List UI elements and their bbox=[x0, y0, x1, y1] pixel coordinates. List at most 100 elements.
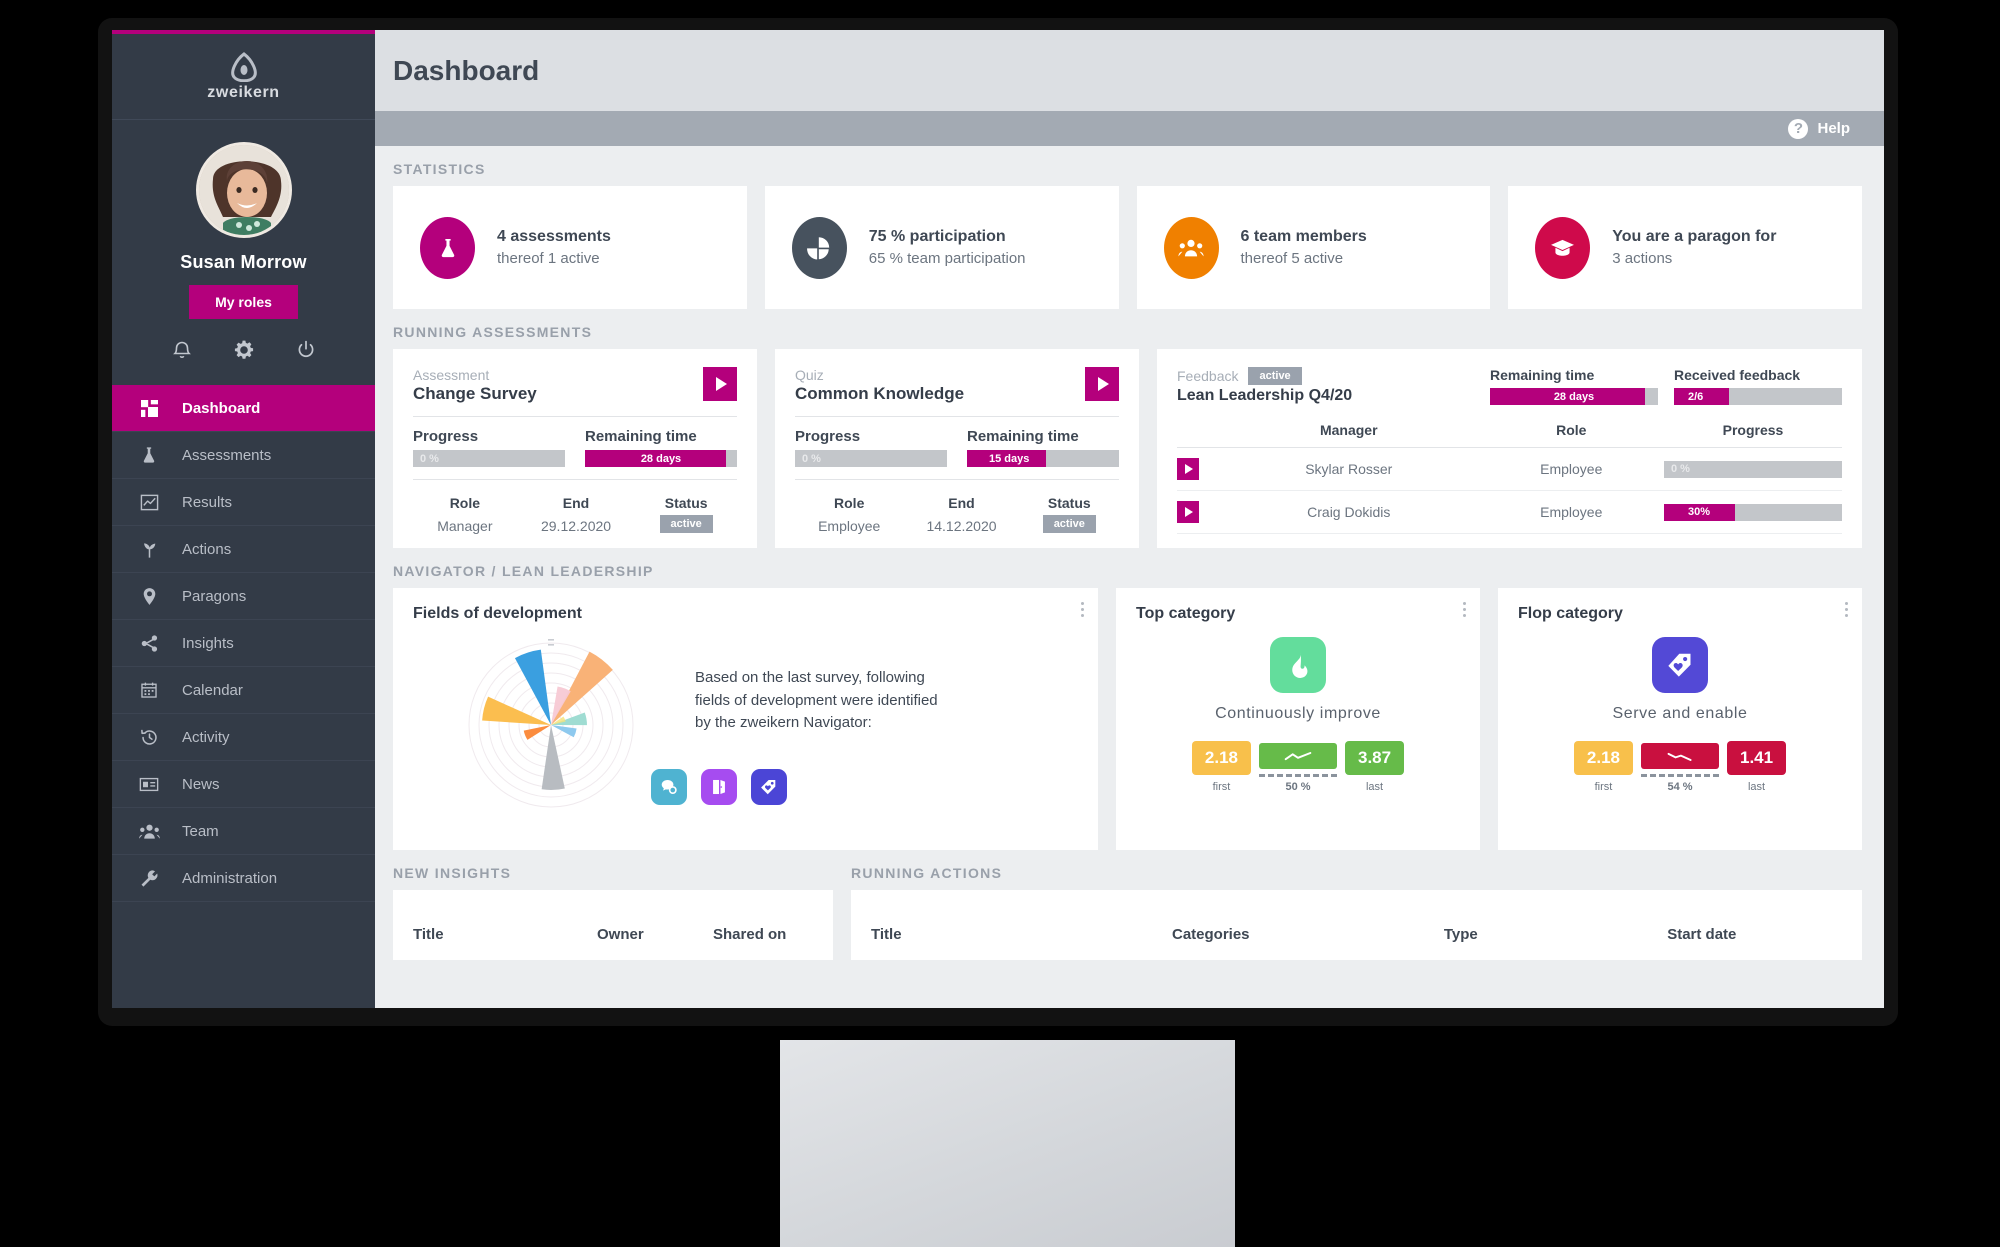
top-category-card: Top category Continuously improve 2.18 f… bbox=[1116, 588, 1480, 850]
sidebar-item-insights[interactable]: Insights bbox=[112, 620, 375, 667]
graduation-cap-icon bbox=[1535, 216, 1591, 279]
feedback-card-lean-leadership[interactable]: Feedback active Lean Leadership Q4/20 Re… bbox=[1157, 349, 1862, 548]
sidebar-item-label: Dashboard bbox=[182, 399, 261, 417]
navigator-row: Fields of development Based on the last … bbox=[375, 588, 1884, 850]
progress-label: Progress bbox=[413, 428, 479, 445]
meta-head: End bbox=[562, 495, 590, 511]
sidebar-item-label: Administration bbox=[182, 869, 278, 887]
monitor-frame: zweikern Susan Morrow My roles Dashboard… bbox=[98, 18, 1898, 1026]
newspaper-icon bbox=[138, 773, 160, 795]
column-header: Role bbox=[1478, 415, 1664, 448]
power-icon[interactable] bbox=[295, 339, 317, 361]
kebab-menu-icon[interactable] bbox=[1463, 602, 1466, 617]
feedback-kind: Feedback bbox=[1177, 368, 1239, 384]
gear-icon[interactable] bbox=[233, 339, 255, 361]
sidebar-item-label: Team bbox=[182, 822, 219, 840]
table-row[interactable]: Skylar Rosser Employee 0 % bbox=[1177, 447, 1842, 491]
card-title: Fields of development bbox=[413, 605, 582, 622]
progress-bar: 0 % bbox=[795, 450, 947, 467]
card-title: Top category bbox=[1136, 605, 1236, 622]
trend-percent: 54 % bbox=[1667, 781, 1693, 793]
table-row[interactable]: Craig Dokidis Employee 30% bbox=[1177, 490, 1842, 534]
assessment-kind: Assessment bbox=[413, 367, 490, 383]
remaining-label: Remaining time bbox=[1490, 367, 1595, 383]
pie-chart-icon bbox=[791, 216, 847, 279]
sidebar-item-label: News bbox=[182, 775, 220, 793]
brand: zweikern bbox=[112, 34, 375, 120]
column-header: Title bbox=[871, 926, 902, 943]
sidebar-item-activity[interactable]: Activity bbox=[112, 714, 375, 761]
manager-name: Craig Dokidis bbox=[1219, 490, 1479, 534]
stat-card-participation[interactable]: 75 % participation 65 % team participati… bbox=[764, 186, 1119, 309]
last-caption: last bbox=[1747, 781, 1766, 793]
sidebar-item-team[interactable]: Team bbox=[112, 808, 375, 855]
progress-bar: 30% bbox=[1664, 503, 1842, 521]
fields-of-development-icons bbox=[651, 768, 945, 805]
progress-value: 0 % bbox=[420, 452, 439, 465]
stat-sub: 65 % team participation bbox=[868, 250, 1026, 267]
map-pin-icon bbox=[138, 585, 160, 607]
column-header: Start date bbox=[1667, 926, 1737, 943]
column-header: Progress bbox=[1664, 415, 1842, 448]
brand-name: zweikern bbox=[207, 83, 280, 101]
kebab-menu-icon[interactable] bbox=[1845, 602, 1848, 617]
sidebar-item-news[interactable]: News bbox=[112, 761, 375, 808]
status-badge: active bbox=[1248, 367, 1302, 385]
stat-card-team-members[interactable]: 6 team members thereof 5 active bbox=[1136, 186, 1491, 309]
remaining-bar: 28 days bbox=[585, 450, 737, 467]
table-header-row: Title Owner Shared on bbox=[413, 890, 813, 943]
stat-main: 75 % participation bbox=[868, 228, 1006, 245]
play-icon[interactable] bbox=[1085, 367, 1119, 401]
stat-card-assessments[interactable]: 4 assessments thereof 1 active bbox=[393, 186, 747, 309]
bell-icon[interactable] bbox=[171, 339, 193, 361]
door-open-icon[interactable] bbox=[701, 768, 737, 805]
help-link[interactable]: Help bbox=[1817, 120, 1850, 137]
page-title: Dashboard bbox=[393, 54, 540, 86]
first-caption: first bbox=[1212, 781, 1231, 793]
grid-icon bbox=[138, 397, 160, 419]
tag-heart-icon[interactable] bbox=[751, 768, 787, 805]
role-value: Employee bbox=[1478, 490, 1664, 534]
feedback-table: Manager Role Progress Skylar Rosser Empl… bbox=[1177, 415, 1842, 534]
column-header: Manager bbox=[1219, 415, 1479, 448]
assessment-card-change-survey[interactable]: Assessment Change Survey Progress 0 % Re… bbox=[393, 349, 757, 548]
people-icon bbox=[138, 820, 160, 842]
trend-percent: 50 % bbox=[1285, 781, 1311, 793]
meta-head: Status bbox=[664, 495, 708, 511]
sidebar-item-label: Activity bbox=[182, 728, 230, 746]
sidebar-item-dashboard[interactable]: Dashboard bbox=[112, 385, 375, 432]
play-icon[interactable] bbox=[703, 367, 737, 401]
flame-icon bbox=[1270, 637, 1326, 693]
sidebar-item-results[interactable]: Results bbox=[112, 479, 375, 526]
remaining-value: 28 days bbox=[1553, 390, 1595, 403]
sidebar-item-actions[interactable]: Actions bbox=[112, 526, 375, 573]
stat-main: 6 team members bbox=[1240, 228, 1367, 245]
assessment-card-common-knowledge[interactable]: Quiz Common Knowledge Progress 0 % Remai… bbox=[775, 349, 1139, 548]
play-icon[interactable] bbox=[1177, 501, 1199, 523]
sidebar-item-administration[interactable]: Administration bbox=[112, 855, 375, 902]
column-header bbox=[1177, 415, 1219, 448]
sidebar: zweikern Susan Morrow My roles Dashboard… bbox=[112, 30, 375, 1008]
sidebar-item-label: Results bbox=[182, 493, 233, 511]
avatar[interactable] bbox=[195, 142, 292, 238]
trend-up-icon bbox=[1259, 743, 1337, 769]
first-caption: first bbox=[1594, 781, 1613, 793]
fields-of-development-description: Based on the last survey, following fiel… bbox=[695, 669, 938, 731]
sidebar-item-assessments[interactable]: Assessments bbox=[112, 432, 375, 479]
remaining-bar: 28 days bbox=[1490, 388, 1658, 405]
tag-heart-icon bbox=[1652, 637, 1708, 693]
stat-card-paragon[interactable]: You are a paragon for 3 actions bbox=[1508, 186, 1862, 309]
sidebar-item-paragons[interactable]: Paragons bbox=[112, 573, 375, 620]
my-roles-button[interactable]: My roles bbox=[189, 285, 298, 319]
chat-bubbles-icon[interactable] bbox=[651, 768, 687, 805]
last-caption: last bbox=[1365, 781, 1384, 793]
running-actions-table: Title Categories Type Start date bbox=[871, 890, 1842, 943]
progress-value: 30% bbox=[1688, 506, 1711, 518]
meta-value: Employee bbox=[818, 518, 881, 534]
sidebar-item-calendar[interactable]: Calendar bbox=[112, 667, 375, 714]
received-feedback-value: 2/6 bbox=[1688, 390, 1704, 403]
question-circle-icon[interactable]: ? bbox=[1788, 118, 1809, 139]
kebab-menu-icon[interactable] bbox=[1081, 602, 1084, 617]
play-icon[interactable] bbox=[1177, 458, 1199, 480]
new-insights-card: Title Owner Shared on bbox=[393, 890, 833, 960]
